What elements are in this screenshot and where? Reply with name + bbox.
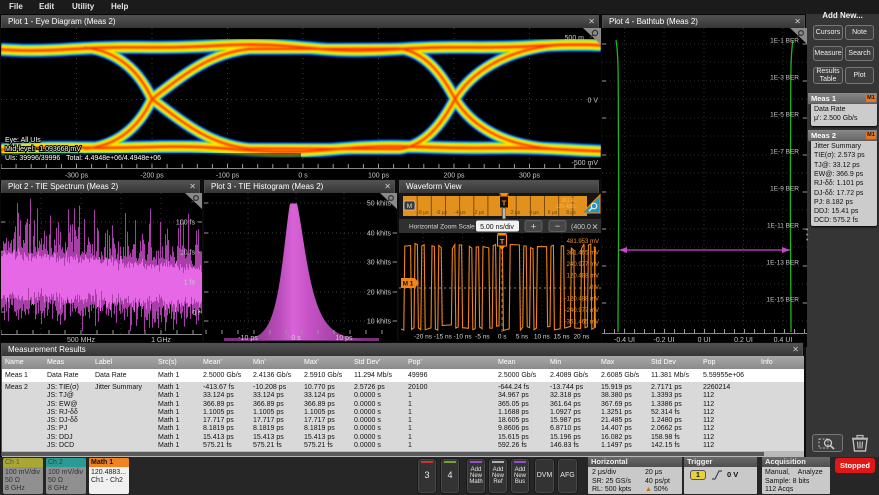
svg-text:20 ns: 20 ns [573,334,590,341]
svg-text:2 μs: 2 μs [511,210,521,216]
svg-text:1E-7 BER: 1E-7 BER [770,149,799,156]
svg-text:-120.488 mV: -120.488 mV [565,297,599,303]
svg-text:500 m: 500 m [565,35,585,42]
svg-text:361.465 mV: 361.465 mV [567,251,599,257]
svg-text:-6 μs: -6 μs [436,210,448,216]
svg-text:0 s: 0 s [498,334,507,341]
svg-text:Mid-level: -1.093668 mV: Mid-level: -1.093668 mV [5,146,81,153]
svg-text:5 ns: 5 ns [516,334,529,341]
svg-text:-361.465 mV: -361.465 mV [565,320,599,326]
svg-text:-10 ps: -10 ps [238,335,258,342]
svg-text:M: M [407,203,412,210]
svg-text:240.977 mV: 240.977 mV [567,262,599,268]
svg-text:1 fs: 1 fs [184,280,196,287]
svg-text:10 ns: 10 ns [534,334,551,341]
svg-text:-15 ns: -15 ns [434,334,453,341]
svg-text:8 μs: 8 μs [566,210,576,216]
svg-text:30 khits: 30 khits [367,260,392,267]
svg-text:Horizontal Zoom Scale: Horizontal Zoom Scale [409,224,475,231]
svg-text:-240.977 mV: -240.977 mV [565,308,599,314]
svg-text:-10 ns: -10 ns [454,334,473,341]
svg-text:✕: ✕ [592,223,599,232]
svg-text:-2 μs: -2 μs [473,210,485,216]
svg-text:10 khits: 10 khits [367,319,392,326]
svg-text:-500 mV: -500 mV [572,160,599,167]
svg-text:T: T [502,199,507,208]
svg-text:-5 ns: -5 ns [475,334,490,341]
svg-text:Eye: All UIs: Eye: All UIs [5,137,41,144]
svg-text:120.488 mV: 120.488 mV [567,274,599,280]
svg-text:-8 μs: -8 μs [417,210,429,216]
svg-text:+: + [531,222,536,232]
svg-text:1E-11 BER: 1E-11 BER [767,223,799,230]
svg-text:10 fs: 10 fs [180,250,196,257]
svg-text:20 khits: 20 khits [367,290,392,297]
svg-text:-20 ns: -20 ns [414,334,433,341]
svg-text:15 ns: 15 ns [554,334,571,341]
svg-text:40 khits: 40 khits [367,231,392,238]
svg-text:1E-15 BER: 1E-15 BER [766,297,799,304]
svg-text:0 V: 0 V [590,285,599,291]
svg-text:-4 μs: -4 μs [454,210,466,216]
svg-text:100 fs: 100 fs [176,220,196,227]
svg-text:5.00 ns/div: 5.00 ns/div [480,224,514,231]
svg-text:0 s: 0 s [291,335,301,342]
svg-text:1E-3 BER: 1E-3 BER [770,75,799,82]
svg-text:1E-1 BER: 1E-1 BER [770,38,799,45]
svg-text:(400.0: (400.0 [571,224,591,231]
svg-text:UIs: 39996/39996 Total: 4.49: UIs: 39996/39996 Total: 4.4948e+06/4.494… [5,155,161,162]
svg-text:1E-5 BER: 1E-5 BER [770,112,799,119]
svg-text:M 1: M 1 [403,281,414,288]
svg-text:T: T [500,237,505,246]
svg-text:0 V: 0 V [587,98,598,105]
svg-text:120.488...: 120.488... [556,204,578,210]
svg-text:10 ps: 10 ps [335,335,353,342]
svg-text:481.953 mV: 481.953 mV [567,239,599,245]
svg-text:1E-13 BER: 1E-13 BER [766,260,799,267]
svg-text:0 f: 0 f [192,310,200,317]
svg-text:6 μs: 6 μs [548,210,558,216]
svg-text:4 μs: 4 μs [529,210,539,216]
svg-text:−: − [555,221,560,231]
svg-text:1E-9 BER: 1E-9 BER [770,186,799,193]
